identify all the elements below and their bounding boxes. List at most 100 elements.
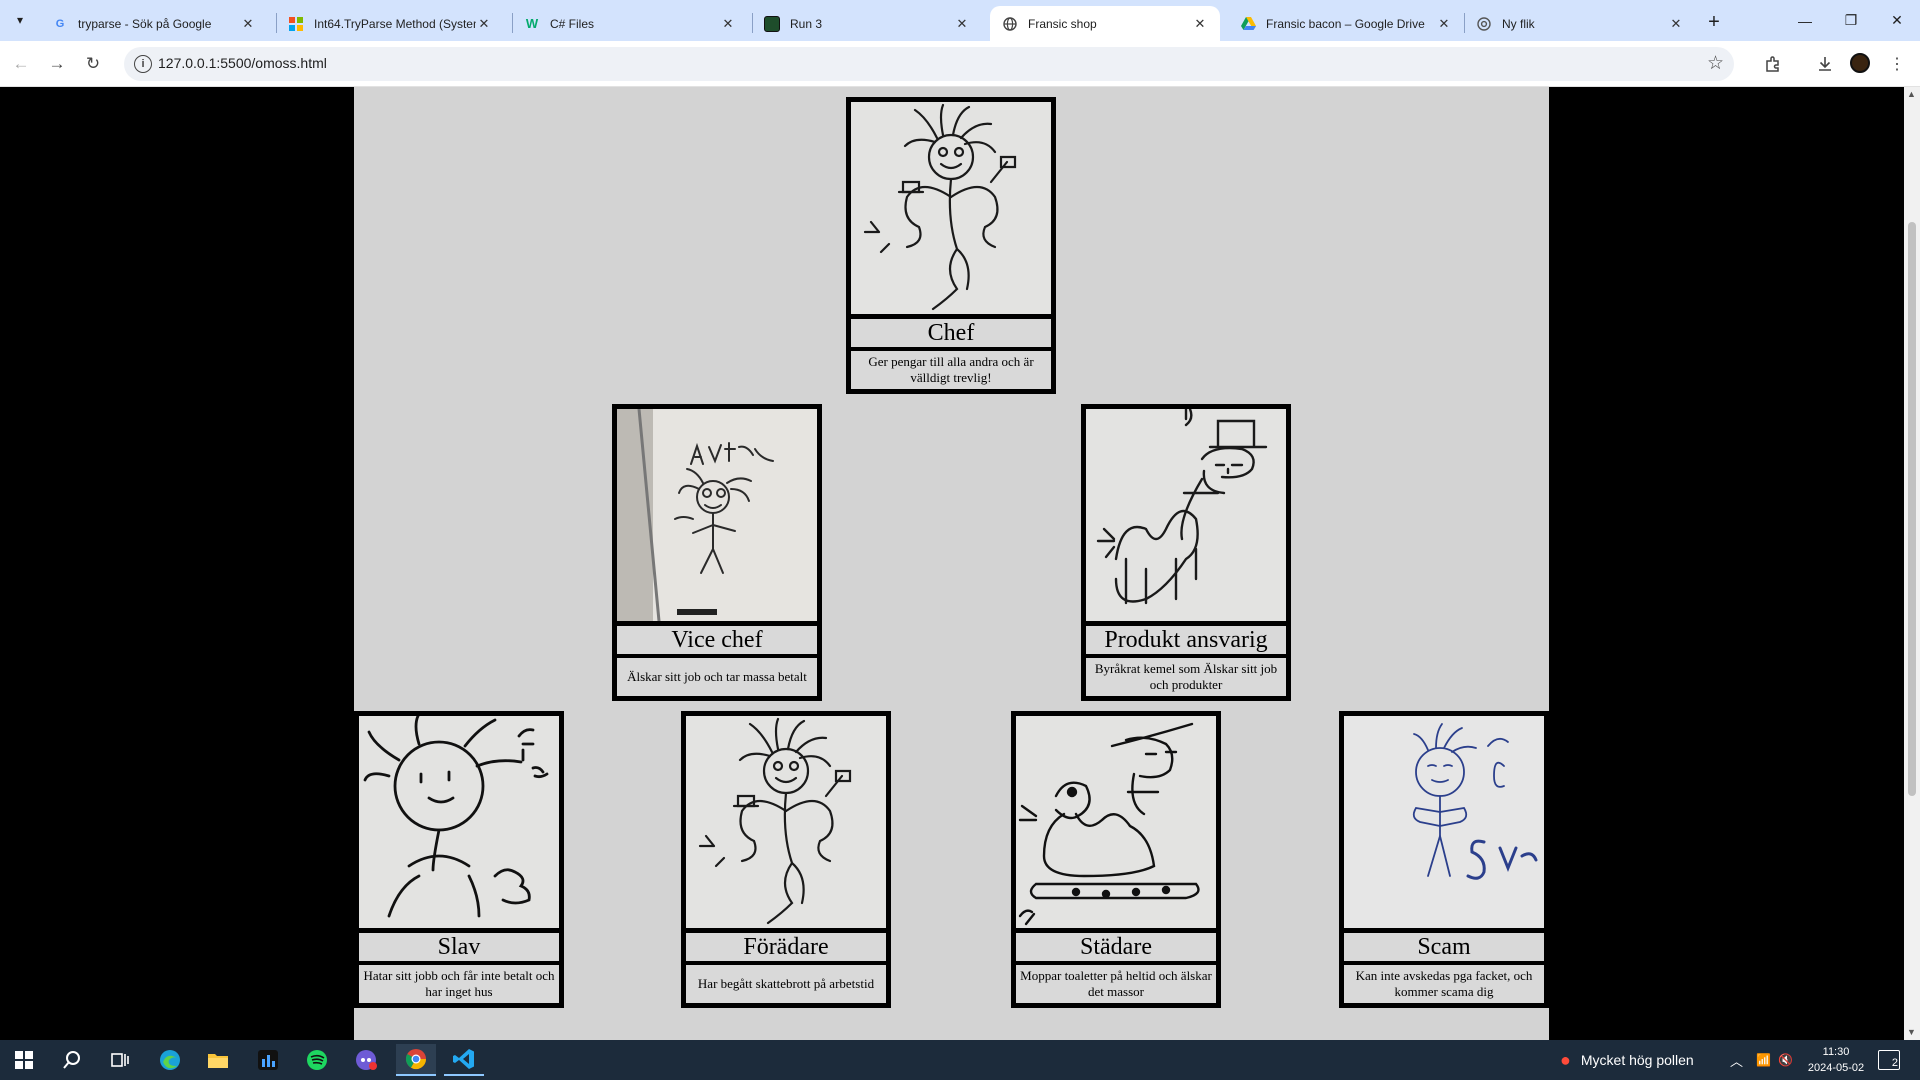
pollen-icon: ● <box>1560 1049 1571 1070</box>
file-explorer-icon[interactable] <box>198 1044 238 1076</box>
vscode-icon[interactable] <box>444 1044 484 1076</box>
site-info-icon[interactable]: i <box>134 55 152 73</box>
windows-start-icon[interactable] <box>4 1044 44 1076</box>
taskbar-clock[interactable]: 11:30 2024-05-02 <box>1806 1044 1866 1076</box>
staff-card-stadare: Städare Moppar toaletter på heltid och ä… <box>1011 711 1221 1008</box>
url-text[interactable]: 127.0.0.1:5500/omoss.html <box>158 55 327 71</box>
google-icon: G <box>55 17 65 30</box>
scroll-down-arrow-icon[interactable]: ▼ <box>1907 1027 1916 1037</box>
globe-icon <box>1002 16 1018 32</box>
clock-time: 11:30 <box>1822 1046 1850 1058</box>
windows-taskbar: ● Mycket hög pollen ︿ 📶 🔇 11:30 2024-05-… <box>0 1040 1920 1080</box>
staff-card-produkt-ansvarig: Produkt ansvarig Byråkrat kemel som Älsk… <box>1081 404 1291 701</box>
card-title: Produkt ansvarig <box>1086 626 1286 654</box>
stadare-drawing-image <box>1016 716 1216 928</box>
close-icon[interactable]: ✕ <box>954 16 970 32</box>
tab-title: Fransic bacon – Google Drive <box>1266 16 1425 31</box>
minimize-icon[interactable]: — <box>1782 0 1828 41</box>
card-title: Förädare <box>686 933 886 961</box>
discord-icon[interactable] <box>346 1044 386 1076</box>
card-title: Städare <box>1016 933 1216 961</box>
tab-title: tryparse - Sök på Google <box>78 16 212 31</box>
clock-date: 2024-05-02 <box>1807 1062 1865 1074</box>
card-title: Slav <box>359 933 559 961</box>
close-icon[interactable]: ✕ <box>240 16 256 32</box>
staff-card-vice-chef: Vice chef Älskar sitt job och tar massa … <box>612 404 822 701</box>
tab-strip: ▾ G tryparse - Sök på Google ✕ Int64.Try… <box>0 0 1920 41</box>
chef-drawing-image <box>851 102 1051 314</box>
chrome-taskbar-icon[interactable] <box>396 1044 436 1076</box>
profile-avatar[interactable] <box>1850 53 1870 73</box>
slav-drawing-image <box>359 716 559 928</box>
card-description: Ger pengar till alla andra och är välldi… <box>851 351 1051 389</box>
tab-google-drive[interactable]: Fransic bacon – Google Drive ✕ <box>1228 6 1464 41</box>
power-bi-icon[interactable] <box>248 1044 288 1076</box>
reload-icon[interactable]: ↻ <box>78 49 108 79</box>
menu-kebab-icon[interactable]: ⋮ <box>1882 49 1912 79</box>
page-scrollbar[interactable]: ▲ ▼ <box>1904 87 1920 1040</box>
tab-title: Ny flik <box>1502 16 1535 31</box>
foradare-drawing-image <box>686 716 886 928</box>
w3schools-icon: W <box>525 16 539 31</box>
close-icon[interactable]: ✕ <box>476 16 492 32</box>
tab-title: Fransic shop <box>1028 16 1097 31</box>
close-window-icon[interactable]: ✕ <box>1874 0 1920 41</box>
card-title: Vice chef <box>617 626 817 654</box>
run3-icon <box>764 15 780 32</box>
tray-chevron-up-icon[interactable]: ︿ <box>1730 1040 1743 1080</box>
page-viewport: Chef Ger pengar till alla andra och är v… <box>0 87 1920 1040</box>
edge-icon[interactable] <box>150 1044 190 1076</box>
tab-title: Run 3 <box>790 16 823 31</box>
back-arrow-icon[interactable]: ← <box>6 49 36 79</box>
close-icon[interactable]: ✕ <box>1192 16 1208 32</box>
search-icon[interactable] <box>52 1044 92 1076</box>
scrollbar-thumb[interactable] <box>1908 222 1916 796</box>
chrome-icon <box>1476 16 1492 32</box>
close-icon[interactable]: ✕ <box>720 16 736 32</box>
network-icon[interactable]: 📶 <box>1756 1040 1771 1080</box>
restore-icon[interactable]: ❐ <box>1828 0 1874 41</box>
task-view-icon[interactable] <box>100 1044 140 1076</box>
weather-text: Mycket hög pollen <box>1580 1052 1694 1068</box>
weather-widget[interactable]: ● Mycket hög pollen <box>1560 1040 1694 1080</box>
scroll-up-arrow-icon[interactable]: ▲ <box>1907 89 1916 99</box>
card-description: Hatar sitt jobb och får inte betalt och … <box>359 965 559 1003</box>
extensions-icon[interactable] <box>1758 49 1788 79</box>
staff-card-scam: Scam Kan inte avskedas pga facket, och k… <box>1339 711 1549 1008</box>
forward-arrow-icon[interactable]: → <box>42 49 72 79</box>
tab-fransic-shop[interactable]: Fransic shop ✕ <box>990 6 1220 41</box>
tab-title: C# Files <box>550 16 595 31</box>
tab-csharp-files[interactable]: W C# Files ✕ <box>512 6 748 41</box>
staff-card-chef: Chef Ger pengar till alla andra och är v… <box>846 97 1056 394</box>
google-drive-icon <box>1240 16 1256 32</box>
tab-search-icon[interactable]: ▾ <box>8 8 32 32</box>
card-description: Älskar sitt job och tar massa betalt <box>617 658 817 696</box>
tab-int64[interactable]: Int64.TryParse Method (System) ✕ <box>276 6 504 41</box>
card-title: Chef <box>851 319 1051 347</box>
card-description: Kan inte avskedas pga facket, och kommer… <box>1344 965 1544 1003</box>
scam-drawing-image <box>1344 716 1544 928</box>
close-icon[interactable]: ✕ <box>1668 16 1684 32</box>
bookmark-star-icon[interactable]: ☆ <box>1707 52 1724 75</box>
card-description: Moppar toaletter på heltid och älskar de… <box>1016 965 1216 1003</box>
address-bar[interactable]: i 127.0.0.1:5500/omoss.html ☆ <box>124 47 1734 81</box>
staff-card-slav: Slav Hatar sitt jobb och får inte betalt… <box>354 711 564 1008</box>
download-icon[interactable] <box>1810 49 1840 79</box>
close-icon[interactable]: ✕ <box>1436 16 1452 32</box>
card-description: Byråkrat kemel som Älskar sitt job och p… <box>1086 658 1286 696</box>
tab-run3[interactable]: Run 3 ✕ <box>752 6 982 41</box>
tab-title: Int64.TryParse Method (System) <box>314 16 476 31</box>
volume-muted-icon[interactable]: 🔇 <box>1778 1040 1793 1080</box>
page-content: Chef Ger pengar till alla andra och är v… <box>354 87 1549 1040</box>
spotify-icon[interactable] <box>297 1044 337 1076</box>
microsoft-icon <box>288 16 304 32</box>
new-tab-plus-icon[interactable]: + <box>1700 8 1728 36</box>
vice-chef-drawing-image <box>617 409 817 621</box>
produkt-ansvarig-drawing-image <box>1086 409 1286 621</box>
tab-tryparse[interactable]: G tryparse - Sök på Google ✕ <box>40 6 268 41</box>
notification-center-icon[interactable]: 2 <box>1878 1050 1900 1070</box>
card-title: Scam <box>1344 933 1544 961</box>
browser-toolbar: ← → ↻ i 127.0.0.1:5500/omoss.html ☆ ⋮ <box>0 41 1920 87</box>
card-description: Har begått skattebrott på arbetstid <box>686 965 886 1003</box>
tab-new-tab[interactable]: Ny flik ✕ <box>1464 6 1696 41</box>
